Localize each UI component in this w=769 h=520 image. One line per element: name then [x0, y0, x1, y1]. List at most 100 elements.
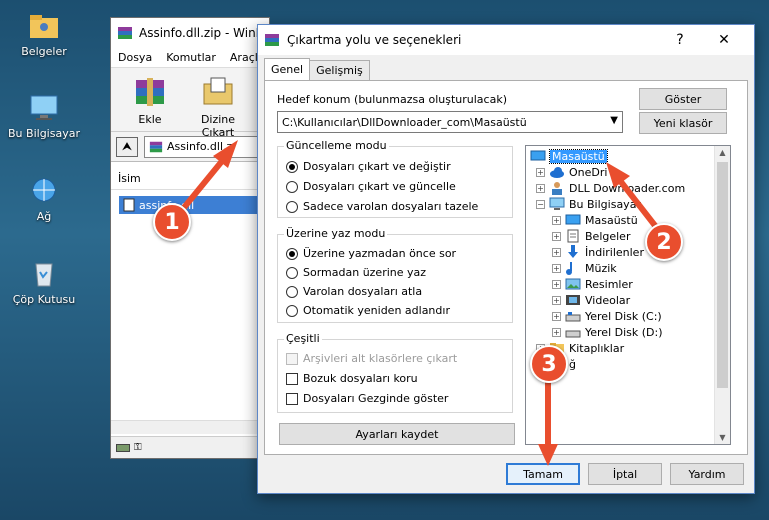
misc-title: Çeşitli: [284, 332, 322, 345]
desktop-icon-network[interactable]: Ağ: [2, 175, 86, 223]
expand-icon[interactable]: +: [552, 279, 561, 289]
destination-path-combo[interactable]: C:\Kullanıcılar\DllDownloader_com\Masaüs…: [277, 111, 623, 133]
extract-to-button[interactable]: Dizine Çıkart: [187, 72, 249, 139]
extraction-dialog: Çıkartma yolu ve seçenekleri ? ✕ Genel G…: [257, 24, 755, 494]
download-arrow-icon: [568, 245, 578, 258]
tree-item-videos[interactable]: + Videolar: [552, 292, 630, 308]
update-mode-group: Güncelleme modu Dosyaları çıkart ve deği…: [277, 139, 513, 218]
desktop-icon-documents[interactable]: Belgeler: [2, 10, 86, 58]
radio-ask-before-overwrite[interactable]: Üzerine yazmadan önce sor: [286, 247, 456, 260]
winrar-title: Assinfo.dll.zip - WinR: [139, 26, 265, 40]
check-keep-broken-files[interactable]: Bozuk dosyaları koru: [286, 372, 418, 385]
winrar-menu: Dosya Komutlar Araçlar: [111, 48, 269, 68]
pictures-icon: [565, 278, 581, 290]
radio-auto-rename[interactable]: Otomatik yeniden adlandır: [286, 304, 450, 317]
help-button[interactable]: ?: [658, 25, 702, 55]
ok-button[interactable]: Tamam: [506, 463, 580, 485]
menu-commands[interactable]: Komutlar: [166, 51, 216, 64]
radio-skip-existing[interactable]: Varolan dosyaları atla: [286, 285, 422, 298]
computer-icon: [30, 95, 58, 120]
expand-icon[interactable]: +: [552, 311, 561, 321]
step-marker-3: 3: [530, 345, 568, 383]
video-film-icon: [566, 295, 580, 305]
winrar-titlebar[interactable]: Assinfo.dll.zip - WinR: [111, 18, 269, 48]
desktop-folder-icon: [565, 214, 581, 225]
radio-extract-update[interactable]: Dosyaları çıkart ve güncelle: [286, 180, 456, 193]
tree-item-dll-downloader[interactable]: + DLL Downloader.com: [536, 180, 685, 196]
help-dialog-button[interactable]: Yardım: [670, 463, 744, 485]
column-name-header[interactable]: İsim: [111, 168, 269, 190]
tree-item-pc-desktop[interactable]: + Masaüstü: [552, 212, 638, 228]
check-show-in-explorer[interactable]: Dosyaları Gezginde göster: [286, 392, 448, 405]
tab-strip: Genel Gelişmiş: [264, 58, 370, 80]
destination-label: Hedef konum (bulunmazsa oluşturulacak): [277, 93, 507, 106]
menu-file[interactable]: Dosya: [118, 51, 152, 64]
folder-user-icon: [30, 15, 58, 38]
winrar-logo-icon: [118, 27, 132, 39]
file-row[interactable]: assinfo.dll: [119, 196, 269, 214]
tab-advanced[interactable]: Gelişmiş: [309, 60, 370, 80]
expand-icon[interactable]: +: [552, 327, 561, 337]
show-button[interactable]: Göster: [639, 88, 727, 110]
dialog-titlebar[interactable]: Çıkartma yolu ve seçenekleri ? ✕: [258, 25, 754, 55]
tree-item-local-disk-d[interactable]: + Yerel Disk (D:): [552, 324, 663, 340]
tree-item-pictures[interactable]: + Resimler: [552, 276, 633, 292]
save-settings-button[interactable]: Ayarları kaydet: [279, 423, 515, 445]
music-note-icon: [566, 262, 572, 275]
collapse-icon[interactable]: −: [536, 199, 545, 209]
desktop-icon-this-pc[interactable]: Bu Bilgisayar: [2, 92, 86, 140]
chevron-down-icon[interactable]: ▼: [610, 115, 618, 126]
expand-icon[interactable]: +: [536, 183, 545, 193]
tree-item-local-disk-c[interactable]: + Yerel Disk (C:): [552, 308, 662, 324]
tree-item-desktop[interactable]: Masaüstü: [530, 148, 608, 164]
file-icon: [123, 198, 135, 212]
folder-tree[interactable]: Masaüstü + OneDri + DLL Downloader.com −…: [525, 145, 731, 445]
key-icon: ⚿: [134, 442, 142, 453]
horizontal-scrollbar[interactable]: [111, 420, 269, 434]
tab-general[interactable]: Genel: [264, 58, 311, 80]
cancel-button[interactable]: İptal: [588, 463, 662, 485]
radio-extract-replace[interactable]: Dosyaları çıkart ve değiştir: [286, 160, 451, 173]
archive-icon: [149, 141, 163, 152]
folder-extract-icon: [203, 77, 233, 105]
archive-books-icon: [136, 78, 164, 106]
desktop-folder-icon: [530, 150, 546, 161]
radio-freshen-existing[interactable]: Sadece varolan dosyaları tazele: [286, 200, 478, 213]
scroll-down-icon[interactable]: ▼: [715, 433, 730, 442]
tree-item-music[interactable]: + Müzik: [552, 260, 617, 276]
winrar-toolbar: Ekle Dizine Çıkart: [111, 68, 269, 139]
expand-icon[interactable]: +: [552, 247, 561, 257]
scrollbar-thumb[interactable]: [717, 162, 728, 388]
expand-icon[interactable]: +: [552, 295, 561, 305]
tree-vertical-scrollbar[interactable]: ▲ ▼: [714, 146, 730, 444]
new-folder-button[interactable]: Yeni klasör: [639, 112, 727, 134]
check-extract-subfolders[interactable]: Arşivleri alt klasörlere çıkart: [286, 352, 457, 365]
winrar-path-bar: ⮝ Assinfo.dll.z: [111, 132, 269, 162]
recycle-bin-icon: [35, 263, 53, 287]
overwrite-mode-title: Üzerine yaz modu: [284, 227, 388, 240]
expand-icon[interactable]: +: [552, 231, 561, 241]
radio-overwrite-without-prompt[interactable]: Sormadan üzerine yaz: [286, 266, 426, 279]
scroll-up-icon[interactable]: ▲: [715, 148, 730, 157]
step-marker-2: 2: [645, 223, 683, 261]
tree-item-onedrive[interactable]: + OneDri: [536, 164, 607, 180]
expand-icon[interactable]: +: [552, 263, 561, 273]
expand-icon[interactable]: +: [536, 167, 545, 177]
up-folder-icon[interactable]: ⮝: [116, 136, 138, 157]
general-tab-panel: Hedef konum (bulunmazsa oluşturulacak) C…: [264, 80, 748, 455]
step-marker-1: 1: [153, 203, 191, 241]
archive-path[interactable]: Assinfo.dll.z: [144, 135, 264, 158]
network-globe-icon: [32, 178, 56, 202]
computer-icon: [549, 197, 565, 210]
tree-item-downloads[interactable]: + İndirilenler: [552, 244, 644, 260]
tree-item-this-pc[interactable]: − Bu Bilgisayar: [536, 196, 641, 212]
drive-icon: [116, 443, 130, 452]
status-bar: ⚿: [111, 436, 269, 458]
winrar-window: Assinfo.dll.zip - WinR Dosya Komutlar Ar…: [110, 17, 270, 459]
desktop-icon-recycle-bin[interactable]: Çöp Kutusu: [2, 258, 86, 306]
add-button[interactable]: Ekle: [119, 72, 181, 127]
misc-group: Çeşitli Arşivleri alt klasörlere çıkart …: [277, 332, 513, 413]
tree-item-documents[interactable]: + Belgeler: [552, 228, 630, 244]
expand-icon[interactable]: +: [552, 215, 561, 225]
close-icon[interactable]: ✕: [702, 25, 746, 55]
